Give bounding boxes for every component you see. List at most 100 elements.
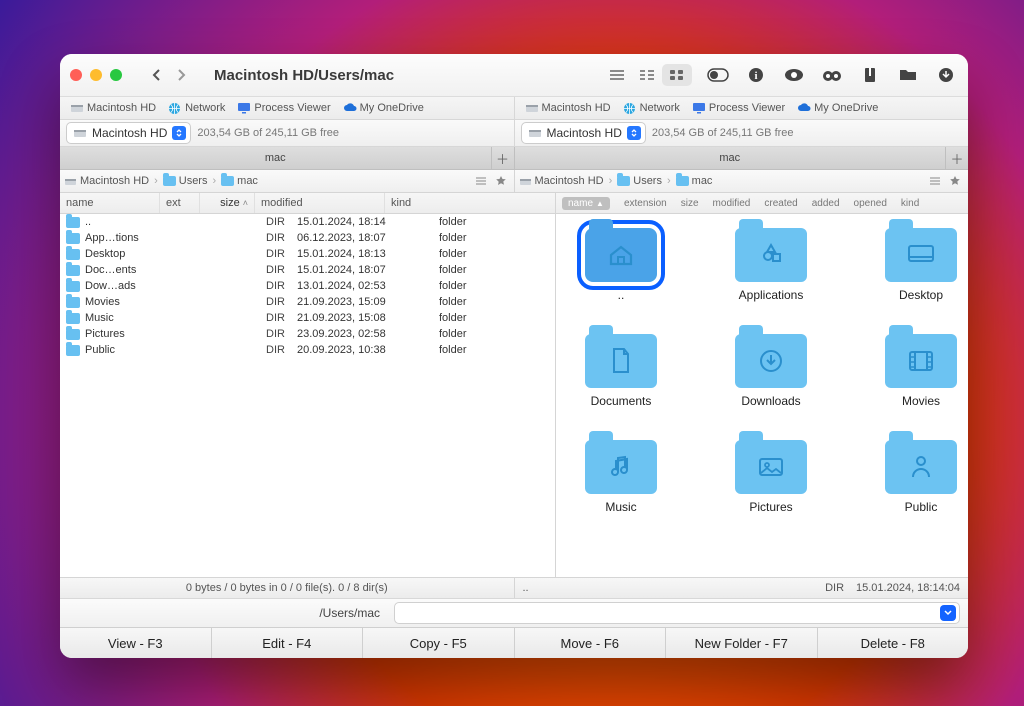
favorite-item[interactable]: Process Viewer [233, 102, 334, 115]
breadcrumb-item[interactable]: Users [163, 175, 208, 187]
view-columns-button[interactable] [632, 64, 662, 86]
tab-right[interactable]: mac [515, 147, 947, 169]
icon-item[interactable]: Documents [566, 334, 676, 408]
favorite-item[interactable]: Macintosh HD [66, 102, 160, 115]
list-row[interactable]: PicturesDIR23.09.2023, 02:58folder [60, 326, 555, 342]
col-opened[interactable]: opened [854, 198, 887, 209]
list-row[interactable]: MoviesDIR21.09.2023, 15:09folder [60, 294, 555, 310]
favorite-item[interactable]: Network [619, 102, 684, 115]
star-icon[interactable] [492, 172, 510, 190]
list-row[interactable]: Doc…entsDIR15.01.2024, 18:07folder [60, 262, 555, 278]
fkey-bar: View - F3Edit - F4Copy - F5Move - F6New … [60, 627, 968, 658]
list-row[interactable]: Dow…adsDIR13.01.2024, 02:53folder [60, 278, 555, 294]
breadcrumb-item[interactable]: Macintosh HD [519, 175, 604, 187]
favorite-label: Macintosh HD [87, 102, 156, 114]
list-header: name ext size˄ modified kind [60, 193, 555, 214]
breadcrumb-sep: › [609, 175, 613, 187]
tab-add-right[interactable]: ＋ [946, 147, 968, 169]
icon-grid[interactable]: .. Applications Desktop Documents Downloads M… [556, 214, 968, 577]
favorite-item[interactable]: Process Viewer [688, 102, 789, 115]
favorite-item[interactable]: My OneDrive [793, 102, 882, 115]
row-modified: 13.01.2024, 02:53 [291, 280, 433, 292]
volume-bar: Macintosh HD 203,54 GB of 245,11 GB free… [60, 120, 968, 147]
col-ext[interactable]: ext [160, 193, 200, 213]
icon-item[interactable]: Movies [866, 334, 968, 408]
view-icons-button[interactable] [662, 64, 692, 86]
view-list-button[interactable] [602, 64, 632, 86]
row-modified: 21.09.2023, 15:09 [291, 296, 433, 308]
breadcrumb-label: Users [179, 175, 208, 187]
list-row[interactable]: App…tionsDIR06.12.2023, 18:07folder [60, 230, 555, 246]
fkey-button[interactable]: Copy - F5 [363, 628, 515, 658]
list-toggle-icon[interactable] [926, 172, 944, 190]
icon-item[interactable]: Public [866, 440, 968, 514]
archive-icon[interactable] [858, 63, 882, 87]
fkey-button[interactable]: View - F3 [60, 628, 212, 658]
col-modified[interactable]: modified [255, 193, 385, 213]
col-kind[interactable]: kind [901, 198, 919, 209]
command-input[interactable] [394, 602, 960, 624]
volume-select-right[interactable]: Macintosh HD [521, 122, 646, 144]
minimize-icon[interactable] [90, 69, 102, 81]
breadcrumb-item[interactable]: mac [676, 175, 713, 187]
icon-item[interactable]: Desktop [866, 228, 968, 302]
volume-select-left[interactable]: Macintosh HD [66, 122, 191, 144]
col-added[interactable]: added [812, 198, 840, 209]
icon-label: Downloads [741, 394, 800, 408]
list-toggle-icon[interactable] [472, 172, 490, 190]
fkey-button[interactable]: Move - F6 [515, 628, 667, 658]
nav-back-button[interactable] [144, 63, 168, 87]
favorite-item[interactable]: My OneDrive [339, 102, 428, 115]
icon-item[interactable]: .. [566, 228, 676, 302]
tab-add-left[interactable]: ＋ [492, 147, 514, 169]
breadcrumb-sep: › [154, 175, 158, 187]
favorites-bar: Macintosh HD Network Process Viewer My OneD… [60, 97, 968, 120]
chevron-updown-icon [627, 126, 641, 140]
row-size: DIR [224, 216, 291, 228]
info-icon[interactable]: i [744, 63, 768, 87]
star-icon[interactable] [946, 172, 964, 190]
favorite-item[interactable]: Network [164, 102, 229, 115]
col-modified[interactable]: modified [713, 198, 751, 209]
close-icon[interactable] [70, 69, 82, 81]
col-size[interactable]: size [681, 198, 699, 209]
row-name: Dow…ads [85, 280, 136, 292]
fkey-button[interactable]: New Folder - F7 [666, 628, 818, 658]
fkey-button[interactable]: Edit - F4 [212, 628, 364, 658]
binoculars-icon[interactable] [820, 63, 844, 87]
icon-item[interactable]: Music [566, 440, 676, 514]
col-name[interactable]: name [60, 193, 160, 213]
list-row[interactable]: PublicDIR20.09.2023, 10:38folder [60, 342, 555, 358]
list-body[interactable]: ..DIR15.01.2024, 18:14folderApp…tionsDIR… [60, 214, 555, 577]
breadcrumb-label: mac [692, 175, 713, 187]
icon-item[interactable]: Applications [716, 228, 826, 302]
nav-forward-button[interactable] [170, 63, 194, 87]
disk-icon [525, 102, 538, 115]
col-extension[interactable]: extension [624, 198, 667, 209]
folder-icon[interactable] [896, 63, 920, 87]
command-bar: /Users/mac [60, 598, 968, 627]
icon-item[interactable]: Downloads [716, 334, 826, 408]
col-kind[interactable]: kind [385, 193, 495, 213]
favorite-item[interactable]: Macintosh HD [521, 102, 615, 115]
icon-item[interactable]: Pictures [716, 440, 826, 514]
chevron-down-icon[interactable] [940, 605, 956, 621]
sort-name-pill[interactable]: name ▲ [562, 197, 610, 210]
svg-text:i: i [754, 70, 757, 82]
breadcrumb-item[interactable]: mac [221, 175, 258, 187]
toggle-switch-icon[interactable] [706, 63, 730, 87]
tab-left[interactable]: mac [60, 147, 492, 169]
fkey-button[interactable]: Delete - F8 [818, 628, 969, 658]
col-created[interactable]: created [764, 198, 797, 209]
download-circle-icon[interactable] [934, 63, 958, 87]
zoom-icon[interactable] [110, 69, 122, 81]
window-title: Macintosh HD/Users/mac [214, 67, 394, 84]
list-row[interactable]: ..DIR15.01.2024, 18:14folder [60, 214, 555, 230]
quicklook-icon[interactable] [782, 63, 806, 87]
list-row[interactable]: MusicDIR21.09.2023, 15:08folder [60, 310, 555, 326]
row-modified: 15.01.2024, 18:07 [291, 264, 433, 276]
list-row[interactable]: DesktopDIR15.01.2024, 18:13folder [60, 246, 555, 262]
col-size[interactable]: size˄ [200, 193, 255, 213]
breadcrumb-item[interactable]: Macintosh HD [64, 175, 149, 187]
breadcrumb-item[interactable]: Users [617, 175, 662, 187]
